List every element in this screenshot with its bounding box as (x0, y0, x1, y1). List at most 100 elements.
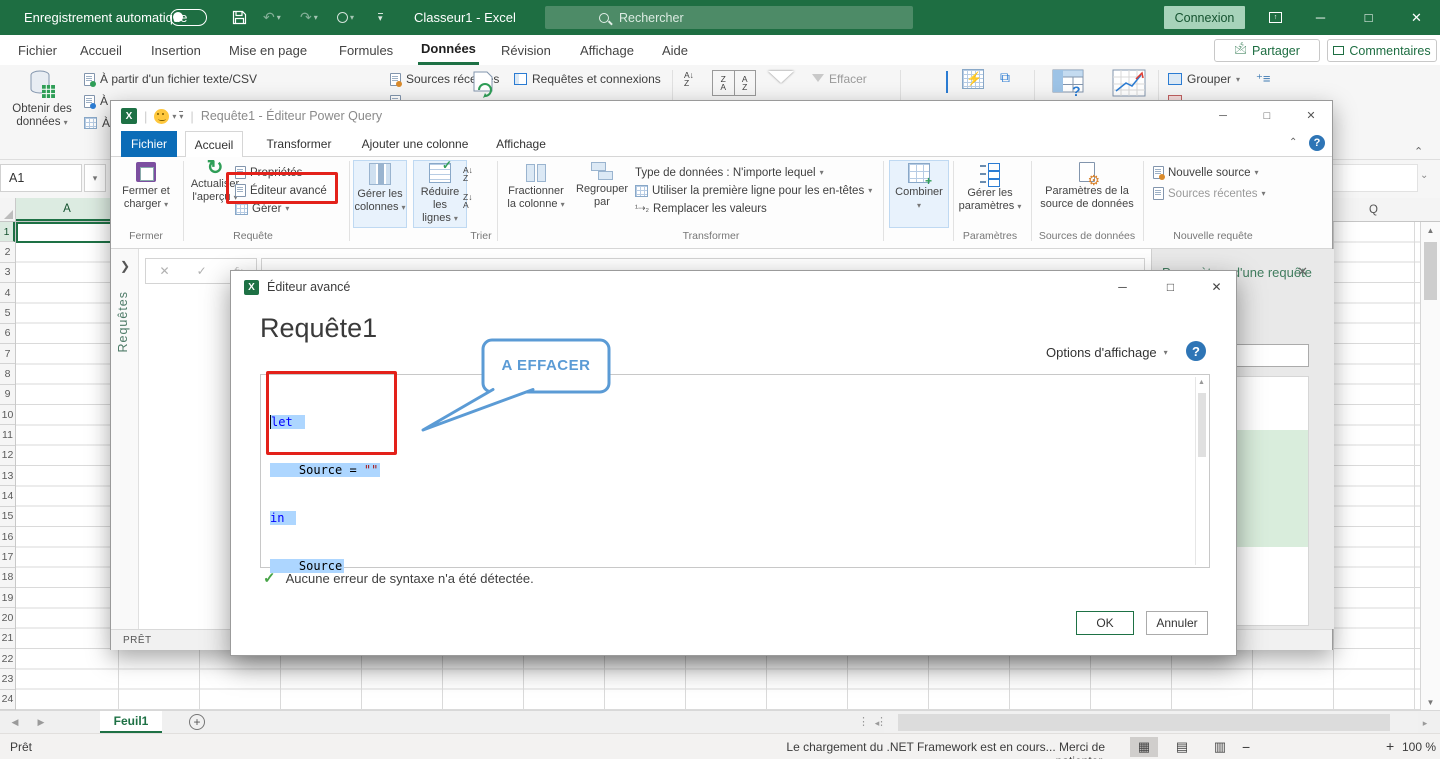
connexion-button[interactable]: Connexion (1164, 6, 1245, 29)
ribbon-item-table[interactable]: À (84, 114, 110, 132)
ribbon-item-csv[interactable]: À partir d'un fichier texte/CSV (84, 70, 257, 88)
editeur-avance-button[interactable]: Éditeur avancé (235, 182, 327, 199)
dialog-minimize-button[interactable]: ─ (1107, 275, 1138, 298)
dialog-maximize-button[interactable]: □ (1155, 275, 1186, 298)
display-options-dropdown[interactable]: Options d'affichage▾ (1046, 343, 1168, 361)
cancel-entry-icon[interactable]: ✕ (160, 264, 170, 278)
pq-tab-accueil[interactable]: Accueil (185, 131, 243, 158)
row-header[interactable]: 10 (0, 405, 15, 425)
gerer-colonnes-button[interactable]: Gérer lescolonnes ▾ (353, 160, 407, 228)
tri-croissant-button[interactable]: A↓Z (684, 71, 694, 87)
scroll-up-arrow[interactable]: ▲ (1421, 222, 1440, 238)
effacer-filtre-button[interactable]: Effacer (812, 70, 867, 88)
show-detail-icon[interactable]: ⁺≡ (1256, 71, 1270, 87)
zoom-in-button[interactable]: + (1386, 738, 1394, 754)
tab-insertion[interactable]: Insertion (148, 35, 204, 65)
row-header[interactable]: 20 (0, 608, 15, 628)
pq-minimize-button[interactable]: ─ (1202, 101, 1244, 130)
tab-formules[interactable]: Formules (336, 35, 396, 65)
pq-tab-ajouter-colonne[interactable]: Ajouter une colonne (354, 131, 476, 157)
name-box-dropdown[interactable]: ▾ (84, 164, 106, 192)
filtrer-button[interactable] (768, 71, 794, 86)
active-cell-a1[interactable] (16, 222, 118, 243)
gerer-button[interactable]: Gérer ▾ (235, 200, 289, 217)
customize-qat-icon[interactable]: ▾ (179, 111, 183, 121)
next-sheet-arrow[interactable]: ▶ (30, 711, 52, 733)
row-header[interactable]: 12 (0, 446, 15, 466)
commentaires-button[interactable]: Commentaires (1327, 39, 1437, 62)
ribbon-item-requetes-connexions[interactable]: Requêtes et connexions (514, 70, 661, 88)
feedback-smiley-icon[interactable] (154, 109, 169, 124)
customize-qat-button[interactable]: ▾ (378, 0, 383, 35)
dialog-help-button[interactable]: ? (1186, 341, 1206, 361)
maximize-button[interactable]: □ (1346, 0, 1391, 35)
dialog-close-button[interactable]: ✕ (1201, 275, 1232, 298)
row-header[interactable]: 4 (0, 283, 15, 303)
nouvelle-source-button[interactable]: Nouvelle source ▾ (1153, 164, 1258, 181)
pq-sources-recentes-button[interactable]: Sources récentes ▾ (1153, 185, 1266, 202)
row-header[interactable]: 22 (0, 649, 15, 669)
fractionner-colonne-button[interactable]: Fractionnerla colonne ▾ (503, 160, 569, 228)
save-button[interactable] (232, 0, 247, 35)
gerer-parametres-button[interactable]: Gérer lesparamètres ▾ (957, 160, 1023, 228)
horizontal-scroll-thumb[interactable] (898, 714, 1390, 731)
add-sheet-button[interactable]: + (189, 714, 205, 730)
fermer-et-charger-button[interactable]: Fermer etcharger ▾ (115, 160, 177, 228)
row-header[interactable]: 21 (0, 629, 15, 649)
pq-collapse-ribbon-button[interactable]: ⌃ (1289, 137, 1297, 148)
column-header-q[interactable]: Q (1333, 198, 1414, 221)
actualiser-tout-button[interactable] (472, 70, 498, 101)
partager-button[interactable]: 🖄Partager (1214, 39, 1320, 62)
pq-help-button[interactable]: ? (1309, 135, 1325, 151)
touch-mode-button[interactable]: ▾ (337, 0, 354, 35)
parametres-source-button[interactable]: Paramètres de lasource de données (1037, 160, 1137, 228)
combiner-button[interactable]: Combiner▾ (889, 160, 949, 228)
expand-formula-bar-button[interactable]: ⌄ (1420, 170, 1428, 181)
trier-button[interactable]: ZA AZ (712, 70, 756, 96)
hscroll-right-arrow[interactable]: ▸ (1414, 712, 1436, 734)
ok-button[interactable]: OK (1076, 611, 1134, 635)
row-header[interactable]: 13 (0, 466, 15, 486)
ribbon-display-options-button[interactable]: ↑ (1253, 0, 1298, 35)
select-all-corner[interactable] (0, 198, 16, 221)
type-donnees-button[interactable]: Type de données : N'importe lequel ▾ (635, 164, 824, 181)
column-header-a[interactable]: A (16, 198, 118, 221)
reduire-lignes-button[interactable]: Réduire leslignes ▾ (413, 160, 467, 228)
name-box[interactable] (0, 164, 82, 192)
tab-donnees[interactable]: Données (418, 35, 479, 65)
normal-view-button[interactable]: ▦ (1130, 737, 1158, 757)
pq-tri-decroissant-button[interactable]: Z↓A (463, 193, 472, 209)
tab-affichage[interactable]: Affichage (577, 35, 637, 65)
page-break-view-button[interactable]: ▥ (1206, 737, 1234, 757)
tab-accueil[interactable]: Accueil (77, 35, 125, 65)
row-header[interactable]: 17 (0, 547, 15, 567)
remplacer-valeurs-button[interactable]: ¹⇢₂Remplacer les valeurs (635, 200, 767, 217)
zoom-out-button[interactable]: − (1242, 739, 1250, 755)
code-scrollbar[interactable]: ▲ (1195, 377, 1207, 565)
horizontal-scrollbar[interactable] (884, 712, 1418, 733)
pq-tab-affichage[interactable]: Affichage (489, 131, 553, 157)
pq-tab-transformer[interactable]: Transformer (259, 131, 339, 157)
cancel-button[interactable]: Annuler (1146, 611, 1208, 635)
row-header[interactable]: 23 (0, 669, 15, 689)
row-header[interactable]: 18 (0, 568, 15, 588)
redo-button[interactable]: ↷▾ (300, 0, 318, 35)
obtenir-donnees-button[interactable]: Obtenir desdonnées ▾ (6, 68, 78, 158)
remplissage-instantane-button[interactable]: ⚡ (962, 69, 984, 92)
tab-fichier[interactable]: Fichier (15, 35, 60, 65)
row-header[interactable]: 14 (0, 486, 15, 506)
row-header[interactable]: 24 (0, 690, 15, 710)
tab-mise-en-page[interactable]: Mise en page (226, 35, 310, 65)
ribbon-item-web[interactable]: À (84, 92, 108, 110)
pq-tri-croissant-button[interactable]: A↓Z (463, 166, 473, 182)
page-layout-view-button[interactable]: ▤ (1168, 737, 1196, 757)
pq-close-button[interactable]: ✕ (1290, 101, 1332, 130)
supprimer-doublons-button[interactable]: ⧉ (1000, 69, 1010, 86)
minimize-button[interactable]: ─ (1298, 0, 1343, 35)
analyse-scenarios-button[interactable]: ? (1052, 69, 1086, 100)
row-header[interactable]: 9 (0, 385, 15, 405)
row-header[interactable]: 11 (0, 425, 15, 445)
row-header[interactable]: 15 (0, 507, 15, 527)
close-button[interactable]: ✕ (1394, 0, 1439, 35)
prev-sheet-arrow[interactable]: ◀ (4, 711, 26, 733)
